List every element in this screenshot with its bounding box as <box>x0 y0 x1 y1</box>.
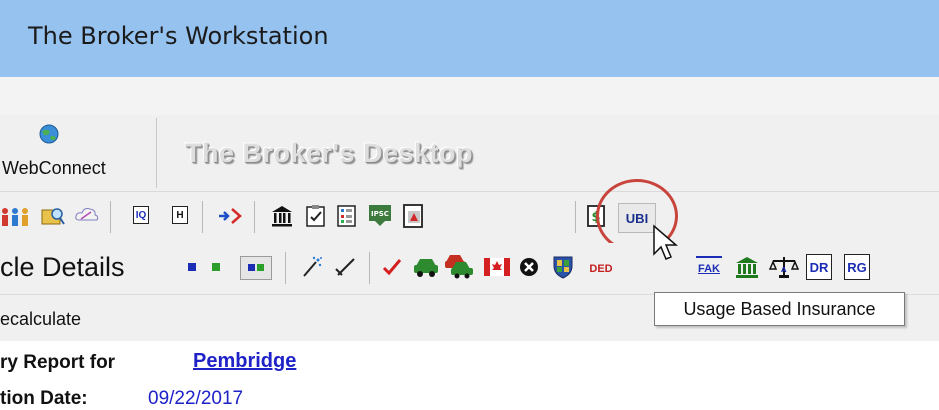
document-grid-icon[interactable] <box>336 204 358 228</box>
green-car-icon[interactable] <box>412 254 440 278</box>
merge-arrows-icon[interactable] <box>218 205 244 227</box>
report-content <box>0 341 939 406</box>
canada-flag-icon[interactable] <box>484 258 510 276</box>
toolbar-separator <box>369 252 370 284</box>
window-title: The Broker's Workstation <box>28 22 329 50</box>
svg-text:A: A <box>781 266 787 274</box>
toolbar-separator <box>254 201 255 233</box>
calculation-date-label: tion Date: <box>0 388 88 409</box>
toolbar-separator <box>156 118 157 188</box>
desktop-title: The Broker's Desktop <box>185 138 474 168</box>
dr-button[interactable]: DR <box>806 254 832 280</box>
toolbar-separator <box>110 201 111 233</box>
bank-icon[interactable] <box>270 204 294 228</box>
line-tool-icon[interactable] <box>334 255 360 279</box>
pdf-document-icon[interactable] <box>402 203 426 229</box>
report-summary-label: ry Report for <box>0 352 116 373</box>
globe-icon[interactable] <box>38 123 60 145</box>
green-bank-icon[interactable] <box>734 255 760 279</box>
menu-bar <box>0 77 939 115</box>
green-square-icon[interactable] <box>212 263 220 271</box>
magic-wand-icon[interactable] <box>301 255 323 279</box>
scales-icon[interactable]: A <box>768 254 800 280</box>
recalculate-button[interactable]: ecalculate <box>0 309 81 330</box>
ipsc-stamp-icon[interactable]: IPSC <box>367 203 393 227</box>
toolbar-separator <box>575 201 576 233</box>
green-square-icon <box>257 264 264 271</box>
iq-document-icon[interactable]: IQ <box>133 206 149 224</box>
fak-button[interactable]: FAK <box>696 256 722 280</box>
multi-car-icon[interactable] <box>444 252 474 280</box>
toolbar-separator <box>202 201 203 233</box>
vehicle-details-label: cle Details <box>0 252 125 282</box>
people-icon[interactable] <box>0 206 34 228</box>
folder-search-icon[interactable] <box>40 204 66 228</box>
cancel-icon[interactable] <box>518 256 540 278</box>
svg-text:IPSC: IPSC <box>371 210 389 218</box>
toolbar-separator <box>285 252 286 284</box>
checkmark-icon[interactable] <box>381 256 403 278</box>
webconnect-button-label[interactable]: WebConnect <box>2 158 106 179</box>
calculation-date-value: 09/22/2017 <box>148 388 244 409</box>
checklist-icon[interactable] <box>305 204 327 228</box>
rg-button[interactable]: RG <box>844 254 870 280</box>
cloud-icon[interactable] <box>74 204 100 226</box>
client-name-link[interactable]: Pembridge <box>193 350 296 373</box>
blue-square-icon[interactable] <box>188 263 196 271</box>
ded-button[interactable]: DED <box>583 260 619 278</box>
shield-icon[interactable] <box>552 254 574 280</box>
double-square-button[interactable] <box>240 256 272 280</box>
h-document-icon[interactable]: H <box>172 206 188 224</box>
ubi-tooltip: Usage Based Insurance <box>654 292 905 326</box>
mouse-cursor-icon <box>653 224 679 260</box>
blue-square-icon <box>248 264 255 271</box>
